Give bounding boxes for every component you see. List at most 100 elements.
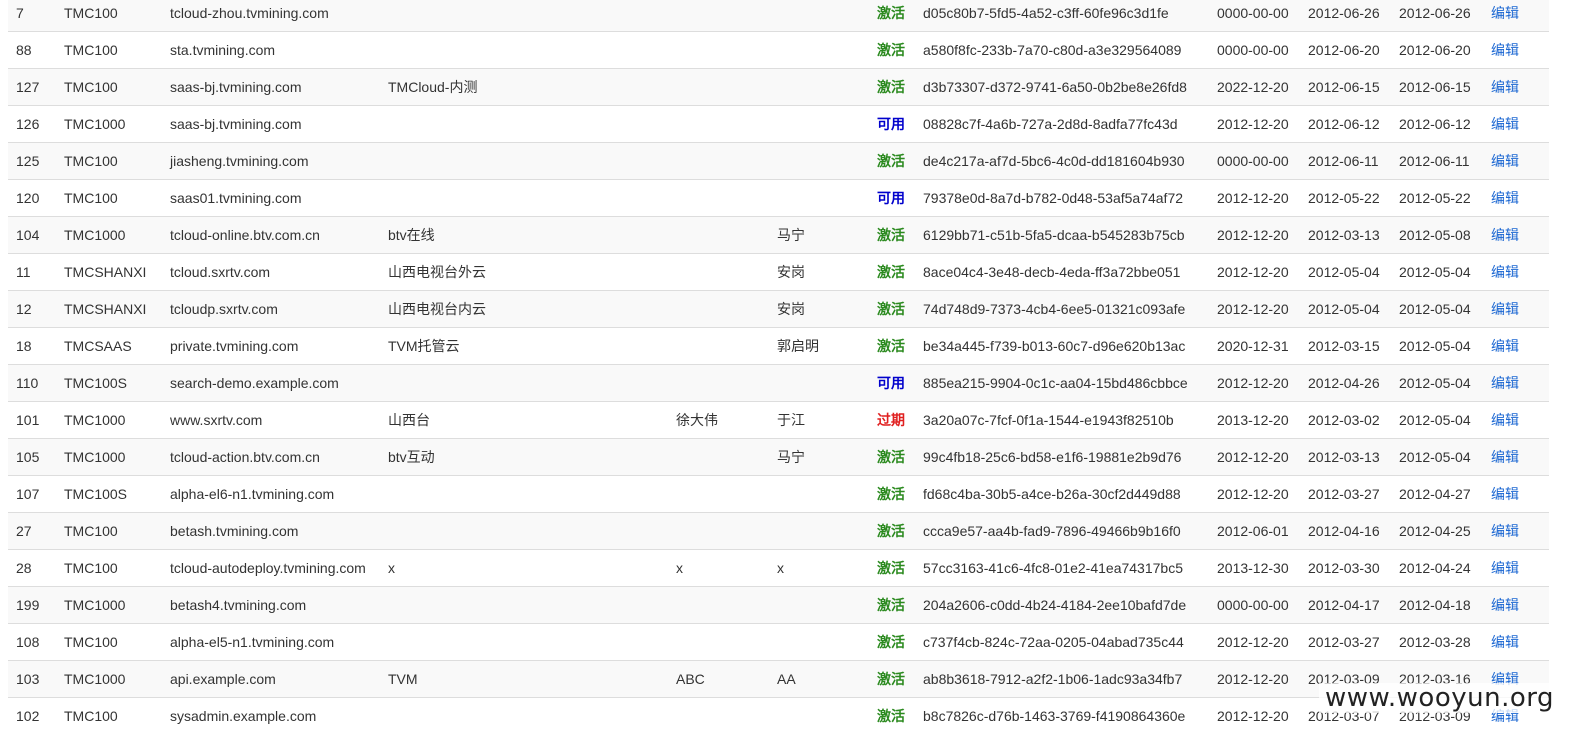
edit-link[interactable]: 编辑 <box>1483 476 1549 513</box>
cell-product: TMC100 <box>56 513 162 550</box>
cell-created-date: 2012-03-30 <box>1300 550 1391 587</box>
cell-sales <box>668 254 769 291</box>
cell-contact <box>769 476 869 513</box>
cell-expire-date: 2012-12-20 <box>1209 291 1300 328</box>
edit-link[interactable]: 编辑 <box>1483 69 1549 106</box>
table-row: 7TMC100tcloud-zhou.tvmining.com激活d05c80b… <box>8 0 1549 32</box>
table-row: 105TMC1000tcloud-action.btv.com.cnbtv互动马… <box>8 439 1549 476</box>
cell-license-key: ccca9e57-aa4b-fad9-7896-49466b9b16f0 <box>915 513 1209 550</box>
status-badge: 激活 <box>869 550 915 587</box>
cell-sales <box>668 217 769 254</box>
cell-updated-date: 2012-05-22 <box>1391 180 1483 217</box>
cell-id: 101 <box>8 402 56 439</box>
edit-link[interactable]: 编辑 <box>1483 402 1549 439</box>
cell-domain: tcloud-zhou.tvmining.com <box>162 0 380 32</box>
cell-created-date: 2012-04-17 <box>1300 587 1391 624</box>
cell-product: TMC100S <box>56 365 162 402</box>
cell-license-key: d05c80b7-5fd5-4a52-c3ff-60fe96c3d1fe <box>915 0 1209 32</box>
cell-product: TMC1000 <box>56 587 162 624</box>
cell-created-date: 2012-04-26 <box>1300 365 1391 402</box>
cell-updated-date: 2012-05-04 <box>1391 291 1483 328</box>
cell-sales <box>668 180 769 217</box>
cell-domain: saas-bj.tvmining.com <box>162 106 380 143</box>
table-row: 104TMC1000tcloud-online.btv.com.cnbtv在线马… <box>8 217 1549 254</box>
cell-domain: www.sxrtv.com <box>162 402 380 439</box>
edit-link[interactable]: 编辑 <box>1483 217 1549 254</box>
cell-expire-date: 2012-12-20 <box>1209 698 1300 734</box>
edit-link[interactable]: 编辑 <box>1483 513 1549 550</box>
cell-id: 7 <box>8 0 56 32</box>
cell-org: TVM托管云 <box>380 328 668 365</box>
cell-expire-date: 2013-12-20 <box>1209 402 1300 439</box>
cell-expire-date: 2012-12-20 <box>1209 661 1300 698</box>
cell-product: TMCSHANXI <box>56 254 162 291</box>
cell-domain: saas01.tvmining.com <box>162 180 380 217</box>
cell-org <box>380 698 668 734</box>
cell-org: btv在线 <box>380 217 668 254</box>
cell-sales <box>668 587 769 624</box>
cell-updated-date: 2012-03-28 <box>1391 624 1483 661</box>
edit-link[interactable]: 编辑 <box>1483 106 1549 143</box>
edit-link[interactable]: 编辑 <box>1483 254 1549 291</box>
cell-license-key: ab8b3618-7912-a2f2-1b06-1adc93a34fb7 <box>915 661 1209 698</box>
status-badge: 激活 <box>869 143 915 180</box>
cell-license-key: 6129bb71-c51b-5fa5-dcaa-b545283b75cb <box>915 217 1209 254</box>
cell-license-key: be34a445-f739-b013-60c7-d96e620b13ac <box>915 328 1209 365</box>
edit-link[interactable]: 编辑 <box>1483 180 1549 217</box>
cell-created-date: 2012-03-02 <box>1300 402 1391 439</box>
cell-contact <box>769 698 869 734</box>
cell-contact: 安岗 <box>769 254 869 291</box>
cell-product: TMC100 <box>56 0 162 32</box>
cell-expire-date: 0000-00-00 <box>1209 587 1300 624</box>
cell-sales <box>668 328 769 365</box>
cell-license-key: 204a2606-c0dd-4b24-4184-2ee10bafd7de <box>915 587 1209 624</box>
cell-sales <box>668 69 769 106</box>
cell-sales <box>668 0 769 32</box>
cell-id: 108 <box>8 624 56 661</box>
cell-domain: betash4.tvmining.com <box>162 587 380 624</box>
edit-link[interactable]: 编辑 <box>1483 550 1549 587</box>
table-row: 127TMC100saas-bj.tvmining.comTMCloud-内测激… <box>8 69 1549 106</box>
cell-sales: ABC <box>668 661 769 698</box>
status-badge: 激活 <box>869 32 915 69</box>
cell-domain: tcloud-online.btv.com.cn <box>162 217 380 254</box>
cell-sales <box>668 624 769 661</box>
cell-license-key: 8ace04c4-3e48-decb-4eda-ff3a72bbe051 <box>915 254 1209 291</box>
edit-link[interactable]: 编辑 <box>1483 0 1549 32</box>
status-badge: 可用 <box>869 365 915 402</box>
cell-domain: api.example.com <box>162 661 380 698</box>
cell-expire-date: 2012-12-20 <box>1209 254 1300 291</box>
cell-license-key: fd68c4ba-30b5-a4ce-b26a-30cf2d449d88 <box>915 476 1209 513</box>
edit-link[interactable]: 编辑 <box>1483 624 1549 661</box>
table-row: 101TMC1000www.sxrtv.com山西台徐大伟于江过期3a20a07… <box>8 402 1549 439</box>
cell-license-key: c737f4cb-824c-72aa-0205-04abad735c44 <box>915 624 1209 661</box>
cell-org <box>380 0 668 32</box>
cell-contact <box>769 0 869 32</box>
cell-contact <box>769 587 869 624</box>
cell-id: 107 <box>8 476 56 513</box>
cell-domain: private.tvmining.com <box>162 328 380 365</box>
cell-sales <box>668 291 769 328</box>
status-badge: 激活 <box>869 624 915 661</box>
cell-expire-date: 2012-06-01 <box>1209 513 1300 550</box>
edit-link[interactable]: 编辑 <box>1483 439 1549 476</box>
cell-expire-date: 2012-12-20 <box>1209 217 1300 254</box>
edit-link[interactable]: 编辑 <box>1483 143 1549 180</box>
cell-id: 28 <box>8 550 56 587</box>
cell-updated-date: 2012-05-04 <box>1391 328 1483 365</box>
edit-link[interactable]: 编辑 <box>1483 291 1549 328</box>
cell-sales <box>668 106 769 143</box>
edit-link[interactable]: 编辑 <box>1483 587 1549 624</box>
cell-sales <box>668 143 769 180</box>
cell-license-key: 3a20a07c-7fcf-0f1a-1544-e1943f82510b <box>915 402 1209 439</box>
cell-id: 103 <box>8 661 56 698</box>
cell-id: 199 <box>8 587 56 624</box>
cell-org: 山西电视台外云 <box>380 254 668 291</box>
edit-link[interactable]: 编辑 <box>1483 365 1549 402</box>
status-badge: 激活 <box>869 587 915 624</box>
cell-updated-date: 2012-06-11 <box>1391 143 1483 180</box>
status-badge: 激活 <box>869 513 915 550</box>
edit-link[interactable]: 编辑 <box>1483 328 1549 365</box>
edit-link[interactable]: 编辑 <box>1483 32 1549 69</box>
table-row: 102TMC100sysadmin.example.com激活b8c7826c-… <box>8 698 1549 734</box>
